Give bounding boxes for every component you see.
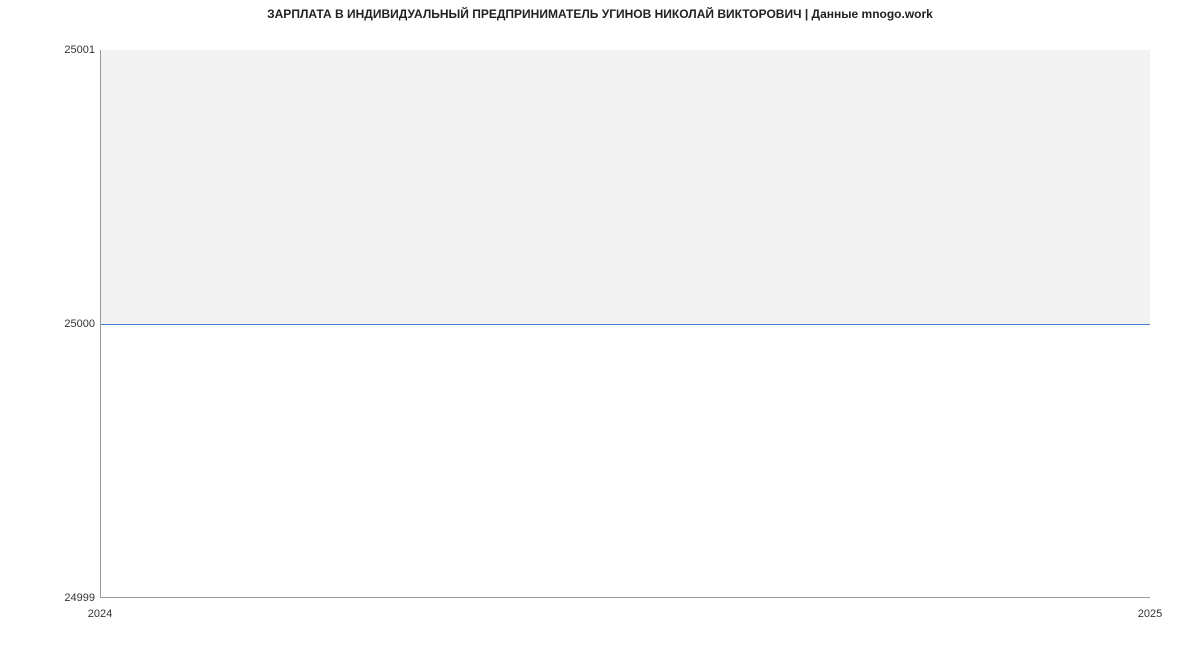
y-tick-24999: 24999 (64, 592, 95, 604)
chart-title: ЗАРПЛАТА В ИНДИВИДУАЛЬНЫЙ ПРЕДПРИНИМАТЕЛ… (0, 7, 1200, 21)
salary-chart: ЗАРПЛАТА В ИНДИВИДУАЛЬНЫЙ ПРЕДПРИНИМАТЕЛ… (0, 0, 1200, 650)
y-tick-25000: 25000 (64, 318, 95, 330)
x-tick-2024: 2024 (88, 608, 112, 620)
plot-upper-band (101, 50, 1150, 324)
plot-lower-band (101, 324, 1150, 598)
y-tick-25001: 25001 (64, 44, 95, 56)
x-tick-2025: 2025 (1138, 608, 1162, 620)
plot-area (100, 50, 1150, 598)
series-line (101, 324, 1150, 325)
